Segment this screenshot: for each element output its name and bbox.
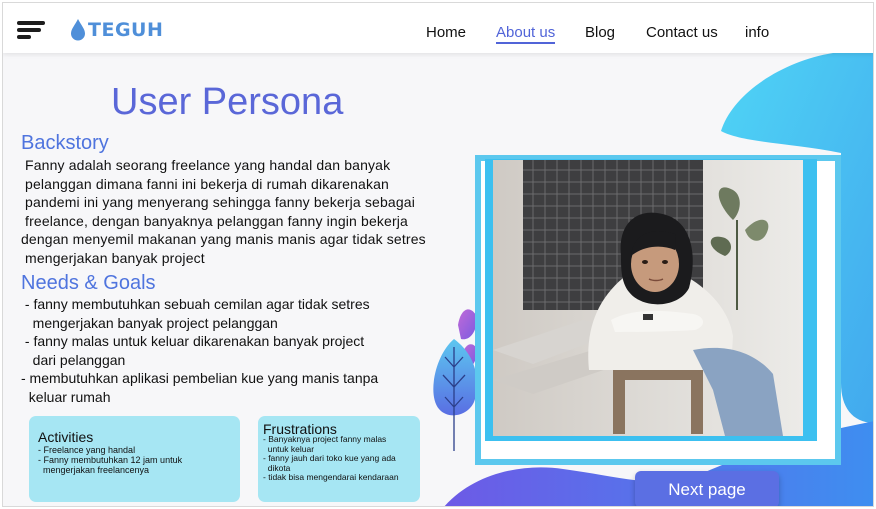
persona-photo-illustration [493,160,803,436]
backstory-line: dengan menyemil makanan yang manis manis… [21,231,426,248]
frustrations-card: Frustrations - Banyaknya project fanny m… [258,416,420,502]
nav-blog[interactable]: Blog [585,24,615,41]
activities-list: - Freelance yang handal - Fanny membutuh… [38,445,182,475]
logo-text: TEGUH [88,19,164,41]
persona-photo [493,160,803,436]
backstory-line: freelance, dengan banyaknya pelanggan fa… [21,212,408,229]
needs-goals-line: - membutuhkan aplikasi pembelian kue yan… [21,370,379,387]
needs-goals-line: - fanny membutuhkan sebuah cemilan agar … [21,296,370,312]
backstory-line: pandemi ini yang menyerang sehingga fann… [21,194,415,211]
activities-heading: Activities [38,429,94,445]
nav-info[interactable]: info [745,24,769,41]
water-drop-icon [71,19,85,41]
frustrations-list: - Banyaknya project fanny malas untuk ke… [263,434,399,483]
backstory-text: Fanny adalah seorang freelance yang hand… [21,156,426,268]
needs-goals-list: - fanny membutuhkan sebuah cemilan agar … [21,295,378,407]
needs-goals-line: - fanny malas untuk keluar dikarenakan b… [21,333,365,350]
top-navbar: TEGUH Home About us Blog Contact us info [3,3,873,53]
next-page-button[interactable]: Next page [635,471,779,506]
nav-about-us[interactable]: About us [496,24,556,44]
needs-goals-line: dari pelanggan [21,351,126,368]
backstory-heading: Backstory [21,132,109,154]
activities-line: - Freelance yang handal [38,445,136,455]
frustrations-line: - tidak bisa mengendarai kendaraan [263,472,399,482]
hamburger-menu-icon[interactable] [17,21,47,41]
backstory-line: Fanny adalah seorang freelance yang hand… [21,157,391,173]
page-title: User Persona [111,81,344,123]
activities-line: - Fanny membutuhkan 12 jam untuk [38,455,183,465]
needs-goals-line: keluar rumah [21,388,111,405]
activities-line: mengerjakan freelancenya [38,465,150,475]
needs-goals-heading: Needs & Goals [21,272,156,294]
backstory-line: pelanggan dimana fanni ini bekerja di ru… [21,175,389,192]
backstory-line: mengerjakan banyak project [21,249,205,266]
logo[interactable]: TEGUH [69,17,163,43]
nav-contact-us[interactable]: Contact us [646,24,718,41]
needs-goals-line: mengerjakan banyak project pelanggan [21,314,278,331]
activities-card: Activities - Freelance yang handal - Fan… [29,416,240,502]
nav-home[interactable]: Home [426,24,466,41]
app-frame: TEGUH Home About us Blog Contact us info… [2,2,874,507]
